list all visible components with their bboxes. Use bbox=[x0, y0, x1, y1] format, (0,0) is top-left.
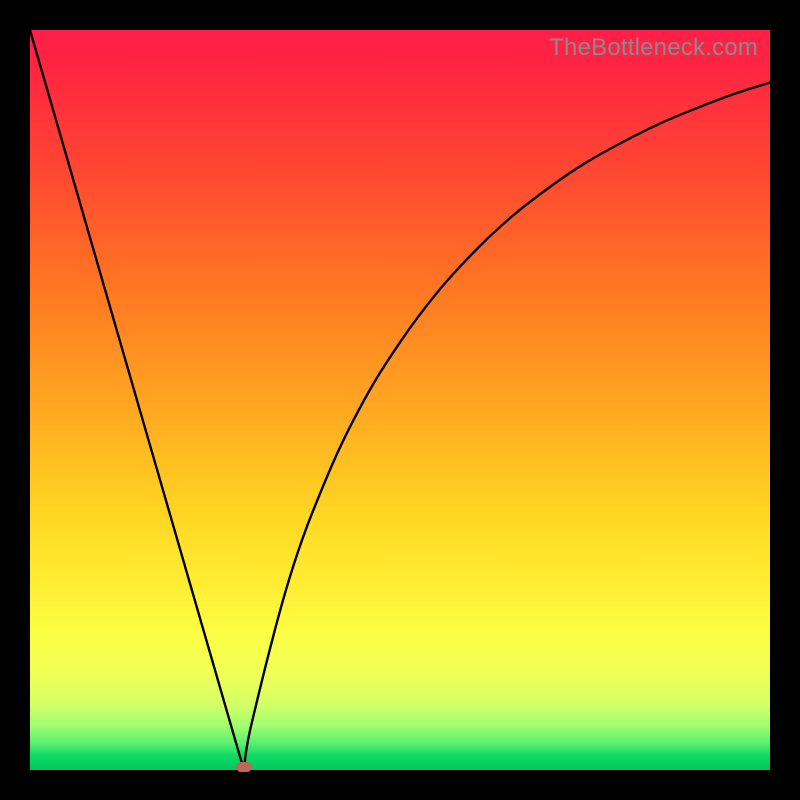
plot-area: TheBottleneck.com bbox=[30, 30, 770, 770]
chart-frame: TheBottleneck.com bbox=[0, 0, 800, 800]
bottleneck-curve bbox=[30, 30, 770, 770]
minimum-marker bbox=[236, 762, 252, 772]
